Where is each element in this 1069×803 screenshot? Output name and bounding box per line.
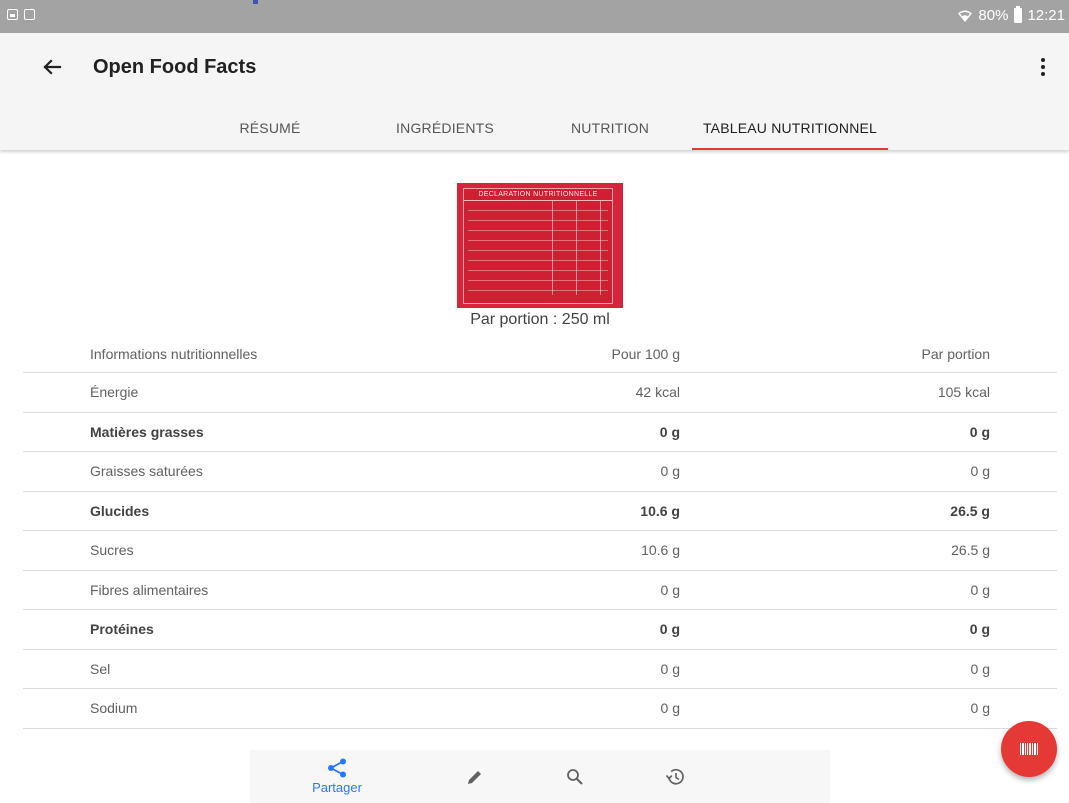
value-per-portion: 0 g	[970, 660, 990, 677]
nutrition-table: Informations nutritionnelles Pour 100 g …	[23, 335, 1057, 729]
search-button[interactable]	[540, 750, 610, 803]
edit-icon	[468, 770, 481, 784]
value-per-100g: 42 kcal	[635, 384, 680, 401]
nutrient-name: Graisses saturées	[90, 463, 203, 480]
value-per-portion: 105 kcal	[937, 384, 990, 401]
value-per-100g: 0 g	[659, 423, 680, 440]
header-nutrition-info: Informations nutritionnelles	[90, 345, 258, 362]
nutrient-name: Protéines	[90, 621, 154, 638]
nutrition-label-card: DECLARATION NUTRITIONNELLE	[463, 188, 613, 304]
more-vertical-icon	[1041, 58, 1045, 62]
bottom-nav: Partager	[250, 750, 830, 803]
mms-icon	[24, 9, 35, 20]
tab-ingredients[interactable]: INGRÉDIENTS	[365, 105, 525, 150]
value-per-100g: 0 g	[660, 660, 680, 677]
status-bar: 80% 12:21	[0, 0, 1069, 33]
status-left-icons	[7, 9, 35, 20]
notification-accent	[253, 0, 258, 4]
value-per-portion: 26.5 g	[951, 542, 990, 559]
nutrient-name: Glucides	[90, 502, 150, 519]
app-title: Open Food Facts	[93, 56, 257, 78]
nutrient-name: Matières grasses	[90, 423, 204, 440]
value-per-100g: 0 g	[660, 581, 680, 598]
value-per-portion: 0 g	[970, 700, 990, 717]
table-row: Fibres alimentaires 0 g 0 g	[23, 571, 1057, 610]
wifi-icon	[958, 10, 973, 22]
tab-nutrition[interactable]: NUTRITION	[540, 105, 680, 150]
history-icon	[665, 768, 684, 785]
value-per-portion: 0 g	[969, 423, 990, 440]
battery-icon	[1014, 6, 1023, 23]
header-per-100g: Pour 100 g	[611, 345, 681, 362]
table-row: Sel 0 g 0 g	[23, 650, 1057, 689]
nutrient-name: Sel	[90, 660, 111, 677]
arrow-left-icon	[43, 59, 62, 75]
table-row: Énergie 42 kcal 105 kcal	[23, 373, 1057, 413]
table-row: Sodium 0 g 0 g	[23, 689, 1057, 729]
nutrient-name: Sucres	[90, 542, 134, 559]
share-button[interactable]: Partager	[302, 750, 372, 803]
nutrition-label-photo[interactable]: DECLARATION NUTRITIONNELLE	[457, 183, 623, 308]
table-row: Protéines 0 g 0 g	[23, 610, 1057, 650]
value-per-100g: 0 g	[660, 700, 680, 717]
value-per-portion: 0 g	[969, 621, 990, 638]
history-button[interactable]	[640, 750, 710, 803]
table-row: Glucides 10.6 g 26.5 g	[23, 492, 1057, 531]
nutrient-name: Sodium	[90, 700, 138, 717]
edit-button[interactable]	[440, 750, 510, 803]
battery-percent: 80%	[978, 7, 1009, 24]
back-button[interactable]	[38, 53, 66, 81]
value-per-100g: 0 g	[660, 463, 680, 480]
app-bar: Open Food Facts RÉSUMÉ INGRÉDIENTS NUTRI…	[0, 33, 1069, 150]
overflow-menu-button[interactable]	[1031, 53, 1055, 81]
header-per-portion: Par portion	[921, 345, 990, 362]
tab-resume[interactable]: RÉSUMÉ	[210, 105, 330, 150]
table-row: Matières grasses 0 g 0 g	[23, 413, 1057, 452]
nutrient-name: Fibres alimentaires	[90, 581, 209, 598]
table-row: Graisses saturées 0 g 0 g	[23, 452, 1057, 492]
value-per-portion: 0 g	[970, 463, 990, 480]
scan-barcode-fab[interactable]	[1001, 721, 1057, 777]
share-label: Partager	[312, 780, 362, 795]
clock: 12:21	[1027, 7, 1065, 24]
value-per-portion: 0 g	[970, 581, 990, 598]
status-right: 80% 12:21	[958, 6, 1065, 24]
value-per-portion: 26.5 g	[950, 502, 990, 519]
tab-nutrition-table[interactable]: TABLEAU NUTRITIONNEL	[692, 105, 888, 150]
search-icon	[567, 768, 583, 785]
nutrient-name: Énergie	[90, 384, 139, 401]
share-icon	[328, 758, 346, 778]
value-per-100g: 0 g	[659, 621, 680, 638]
value-per-100g: 10.6 g	[640, 502, 680, 519]
table-header-row: Informations nutritionnelles Pour 100 g …	[23, 335, 1057, 373]
value-per-100g: 10.6 g	[641, 542, 680, 559]
image-icon	[7, 9, 18, 20]
label-heading: DECLARATION NUTRITIONNELLE	[464, 189, 612, 201]
portion-size: Par portion : 250 ml	[470, 311, 610, 328]
barcode-icon	[1020, 743, 1038, 755]
tab-bar: RÉSUMÉ INGRÉDIENTS NUTRITION TABLEAU NUT…	[0, 105, 1069, 150]
table-row: Sucres 10.6 g 26.5 g	[23, 531, 1057, 571]
